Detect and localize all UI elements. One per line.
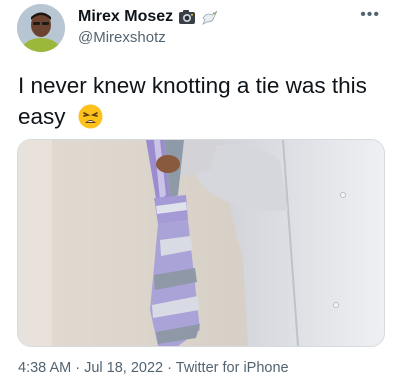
tweet-text-content: I never knew knotting a tie was this eas… xyxy=(18,73,367,129)
tweet-time[interactable]: 4:38 AM xyxy=(18,360,71,376)
author-name[interactable]: Mirex Mosez xyxy=(78,8,173,26)
camera-emoji-icon xyxy=(179,10,196,24)
tweet-meta: 4:38 AM · Jul 18, 2022 · Twitter for iPh… xyxy=(18,360,289,376)
author-row: Mirex Mosez xyxy=(78,8,219,26)
tweet-text: I never knew knotting a tie was this eas… xyxy=(18,70,388,132)
more-horizontal-icon[interactable]: ••• xyxy=(360,6,380,24)
author-handle[interactable]: @Mirexshotz xyxy=(78,29,166,46)
video-thumbnail xyxy=(18,140,384,346)
meta-separator: · xyxy=(167,360,172,376)
avatar-image xyxy=(17,4,65,52)
weary-face-emoji-icon xyxy=(78,104,103,129)
tweet-media[interactable] xyxy=(17,139,385,347)
meta-separator: · xyxy=(75,360,81,376)
tweet-date[interactable]: Jul 18, 2022 xyxy=(84,360,163,376)
avatar[interactable] xyxy=(17,4,65,52)
dove-emoji-icon xyxy=(202,10,218,25)
tweet-source[interactable]: Twitter for iPhone xyxy=(176,360,289,376)
